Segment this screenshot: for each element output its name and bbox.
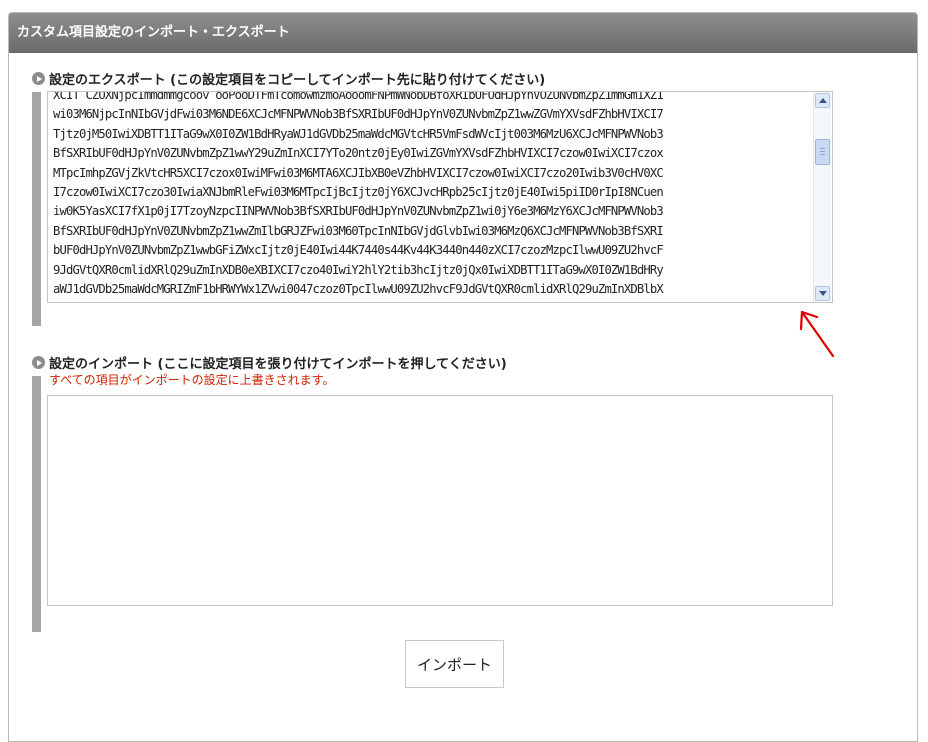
panel-title: カスタム項目設定のインポート・エクスポート	[9, 13, 917, 53]
export-code-line: aWJ1dGVDb25maWdcMGRIZmF1bHRWYWx1ZVwi0047…	[53, 282, 664, 297]
chevron-down-icon	[818, 291, 827, 296]
import-button[interactable]: インポート	[405, 640, 504, 688]
scroll-thumb[interactable]	[815, 139, 830, 165]
export-code-line: XCIT CZOXNjpcImmdmmgcoov ooPooDTFmTcomow…	[53, 91, 664, 102]
scroll-up-button[interactable]	[815, 93, 830, 108]
export-code-line: wi03M6NjpcInNIbGVjdFwi03M6NDE6XCJcMFNPWV…	[53, 107, 664, 122]
export-code-line: BfSXRIbUF0dHJpYnV0ZUNvbmZpZ1wwY29uZmInXC…	[53, 146, 664, 161]
vertical-scrollbar[interactable]	[813, 93, 831, 301]
export-code-line: Tjtz0jM50IwiXDBTT1ITaG9wX0I0ZW1BdHRyaWJ1…	[53, 126, 664, 141]
import-section-heading: 設定のインポート (ここに設定項目を張り付けてインポートを押してください)	[32, 353, 507, 372]
export-code-line: BfSXRIbUF0dHJpYnV0ZUNvbmZpZ1wwZmIlbGRJZF…	[53, 223, 664, 238]
import-textarea[interactable]	[47, 395, 833, 606]
export-code-line: 9JdGVtQXR0cmlidXRlQ29uZmInXDB0eXBIXCI7cz…	[53, 262, 664, 277]
import-section-title: 設定のインポート (ここに設定項目を張り付けてインポートを押してください)	[49, 357, 507, 372]
export-section-heading: 設定のエクスポート (この設定項目をコピーしてインポート先に貼り付けてください)	[32, 69, 545, 88]
export-section-title: 設定のエクスポート (この設定項目をコピーしてインポート先に貼り付けてください)	[49, 73, 546, 88]
red-arrow-icon	[799, 310, 835, 358]
play-circle-icon	[32, 72, 45, 85]
export-code-line: MTpcImhpZGVjZkVtcHR5XCI7czox0IwiMFwi03M6…	[53, 165, 664, 180]
export-textarea[interactable]: XCIT CZOXNjpcImmdmmgcoov ooPooDTFmTcomow…	[47, 91, 833, 303]
export-code-text[interactable]: XCIT CZOXNjpcImmdmmgcoov ooPooDTFmTcomow…	[53, 91, 809, 299]
chevron-up-icon	[818, 98, 827, 103]
scroll-down-button[interactable]	[815, 286, 830, 301]
export-code-line: I7czow0IwiXCI7czo30IwiaXNJbmRleFwi03M6MT…	[53, 185, 664, 200]
export-code-line: iw0K5YasXCI7fX1p0jI7TzoyNzpcIINPWVNob3Bf…	[53, 204, 664, 219]
export-section-bar	[32, 92, 41, 326]
export-code-line: bUF0dHJpYnV0ZUNvbmZpZ1wwbGFiZWxcIjtz0jE4…	[53, 243, 664, 258]
play-circle-icon	[32, 356, 45, 369]
overwrite-warning: すべての項目がインポートの設定に上書きされます。	[49, 373, 335, 387]
import-section-bar	[32, 376, 41, 632]
